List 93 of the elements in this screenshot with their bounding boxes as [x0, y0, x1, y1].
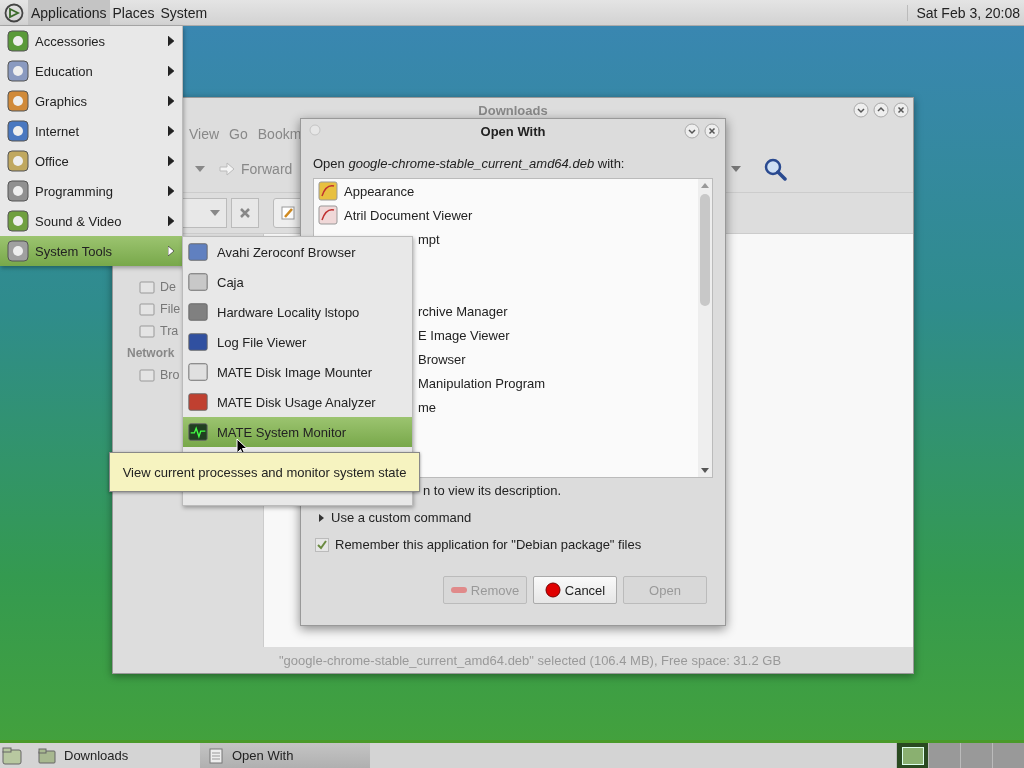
pencil-icon — [280, 205, 296, 221]
app-icon — [187, 361, 209, 383]
taskbar-button[interactable]: Open With — [200, 743, 370, 768]
menu-item[interactable]: Caja — [183, 267, 412, 297]
app-list-item[interactable]: E Image Viewer — [418, 327, 510, 343]
app-icon — [187, 421, 209, 443]
close-icon[interactable] — [704, 123, 720, 139]
clear-button[interactable] — [231, 198, 259, 228]
app-icon — [318, 181, 338, 201]
menu-item[interactable]: System Tools — [0, 236, 182, 266]
remember-checkbox[interactable]: Remember this application for "Debian package" files — [313, 537, 642, 552]
panel-menu[interactable]: System — [157, 0, 211, 25]
submenu-arrow-icon — [168, 246, 174, 256]
search-icon[interactable] — [763, 157, 787, 181]
hint-text: n to view its description. — [423, 483, 561, 498]
document-icon — [208, 747, 224, 764]
workspace-button[interactable] — [896, 743, 928, 768]
submenu-arrow-icon — [168, 216, 174, 226]
tooltip: View current processes and monitor system state — [109, 452, 420, 492]
folder-icon — [38, 747, 56, 764]
edit-button[interactable] — [273, 198, 303, 228]
panel-menu[interactable]: Applications — [28, 0, 110, 25]
submenu-arrow-icon — [168, 36, 174, 46]
menu-item[interactable]: Office — [0, 146, 182, 176]
close-icon[interactable] — [893, 102, 909, 118]
caret-icon[interactable] — [731, 166, 741, 172]
prompt-text: Open google-chrome-stable_current_amd64.deb with: — [313, 156, 626, 171]
expander-arrow-icon — [319, 513, 325, 522]
taskbar-button[interactable]: Downloads — [30, 743, 200, 768]
place-icon — [139, 301, 155, 317]
app-list-item[interactable]: mpt — [418, 231, 440, 247]
app-list-item[interactable]: Manipulation Program — [418, 375, 546, 391]
app-icon — [187, 301, 209, 323]
app-list-item[interactable]: Browser — [418, 351, 466, 367]
close-icon — [240, 208, 250, 218]
menu-item[interactable]: Internet — [0, 116, 182, 146]
dialog-title: Open With — [480, 123, 546, 139]
category-icon — [6, 239, 30, 263]
submenu-arrow-icon — [168, 66, 174, 76]
submenu-arrow-icon — [168, 96, 174, 106]
minus-icon — [450, 587, 467, 593]
menu-item[interactable]: MATE System Monitor — [183, 417, 412, 447]
app-list-item[interactable]: me — [418, 399, 437, 415]
panel-menu[interactable]: Places — [109, 0, 158, 25]
menu-item[interactable]: Graphics — [0, 86, 182, 116]
app-icon — [187, 391, 209, 413]
category-icon — [6, 59, 30, 83]
submenu-arrow-icon — [168, 156, 174, 166]
menu-item[interactable]: Sound & Video — [0, 206, 182, 236]
clock[interactable]: Sat Feb 3, 20:08 — [907, 4, 1024, 21]
category-icon — [6, 149, 30, 173]
window-title: Downloads — [478, 102, 548, 118]
category-icon — [6, 119, 30, 143]
app-icon — [187, 331, 209, 353]
place-icon — [139, 323, 155, 339]
app-icon — [187, 271, 209, 293]
menu-item[interactable]: Programming — [0, 176, 182, 206]
sidebar-heading: Network — [127, 346, 175, 360]
category-icon — [6, 179, 30, 203]
submenu-arrow-icon — [168, 126, 174, 136]
app-icon — [187, 241, 209, 263]
maximize-icon[interactable] — [873, 102, 889, 118]
scroll-up-icon[interactable] — [701, 183, 709, 188]
category-icon — [6, 89, 30, 113]
minimize-icon[interactable] — [684, 123, 700, 139]
app-list-item[interactable]: rchive Manager — [418, 303, 508, 319]
scrollbar[interactable] — [698, 179, 712, 477]
category-icon — [6, 209, 30, 233]
place-icon — [139, 367, 155, 383]
logo-icon[interactable] — [4, 2, 24, 23]
expander[interactable]: Use a custom command — [313, 510, 472, 525]
check-icon — [316, 538, 328, 551]
menu-item[interactable]: Hardware Locality lstopo — [183, 297, 412, 327]
menu-item[interactable]: Log File Viewer — [183, 327, 412, 357]
minimize-icon[interactable] — [853, 102, 869, 118]
caret-icon[interactable] — [195, 166, 205, 172]
submenu-arrow-icon — [168, 186, 174, 196]
place-icon — [139, 279, 155, 295]
app-list-item[interactable]: Atril Document Viewer — [314, 203, 698, 227]
category-icon — [6, 29, 30, 53]
cancel-button[interactable]: Cancel — [533, 576, 617, 604]
status-text: "google-chrome-stable_current_amd64.deb" selected (106.4 MB), Free space: 31.2 GB — [279, 652, 782, 668]
app-icon — [318, 205, 338, 225]
menu-item[interactable]: MATE Disk Usage Analyzer — [183, 387, 412, 417]
scroll-down-icon[interactable] — [701, 468, 709, 473]
show-desktop-icon[interactable] — [2, 746, 22, 765]
menu-item[interactable]: Accessories — [0, 26, 182, 56]
stop-icon — [544, 582, 561, 598]
app-list-item[interactable]: Appearance — [314, 179, 698, 203]
menu-item[interactable]: Education — [0, 56, 182, 86]
menu-item[interactable]: Avahi Zeroconf Browser — [183, 237, 412, 267]
caret-icon — [210, 210, 220, 216]
menu-item[interactable]: MATE Disk Image Mounter — [183, 357, 412, 387]
